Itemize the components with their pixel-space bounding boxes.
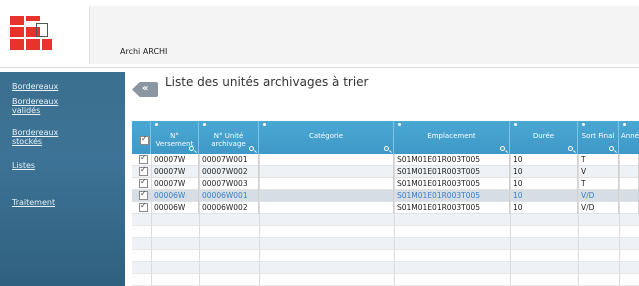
row-checkbox[interactable]: ✓	[139, 201, 148, 212]
select-all-checkbox[interactable]: ✓	[140, 134, 149, 145]
table-row[interactable]: ✓ 00007W 00007W001 S01M01E01R003T005 10 …	[132, 153, 639, 166]
col-header-sort-final[interactable]: Sort Final	[578, 121, 619, 154]
sidebar-item-bordereaux-valides[interactable]: Bordereaux validés	[12, 97, 72, 115]
empty-row	[132, 214, 639, 226]
back-arrow-icon: «	[142, 83, 149, 94]
row-checkbox[interactable]: ✓	[139, 165, 148, 176]
row-checkbox[interactable]: ✓	[139, 153, 148, 164]
search-filter-icon[interactable]	[249, 146, 254, 151]
search-filter-icon[interactable]	[568, 146, 573, 151]
sidebar-item-listes[interactable]: Listes	[12, 161, 35, 170]
empty-row	[132, 262, 639, 274]
col-header-duree[interactable]: Durée	[510, 121, 578, 154]
main-content: « Liste des unités archivages à trier ✓ …	[128, 68, 639, 286]
col-header-categorie[interactable]: Catégorie	[259, 121, 394, 154]
table-row-selected[interactable]: ✓ 00006W 00006W001 S01M01E01R003T005 10 …	[132, 189, 639, 202]
col-header-unite[interactable]: N° Unité archivage	[199, 121, 259, 154]
empty-row	[132, 274, 639, 286]
col-header-emplacement[interactable]: Emplacement	[394, 121, 510, 154]
app-logo	[10, 16, 54, 50]
sidebar-item-bordereaux-stockes[interactable]: Bordereaux stockés	[12, 128, 72, 146]
sidebar-item-traitement[interactable]: Traitement	[12, 198, 55, 207]
search-filter-icon[interactable]	[189, 146, 194, 151]
table-row[interactable]: ✓ 00007W 00007W003 S01M01E01R003T005 10 …	[132, 177, 639, 190]
header-select-all: ✓	[132, 121, 151, 154]
data-grid: ✓ N° Versement N° Unité archivage Catégo…	[132, 121, 639, 286]
empty-row	[132, 238, 639, 250]
app-header: Archi ARCHI	[0, 0, 639, 68]
search-filter-icon[interactable]	[609, 146, 614, 151]
page-title: Liste des unités archivages à trier	[165, 75, 369, 89]
table-row[interactable]: ✓ 00006W 00006W002 S01M01E01R003T005 10 …	[132, 201, 639, 214]
row-checkbox[interactable]: ✓	[139, 177, 148, 188]
table-row[interactable]: ✓ 00007W 00007W002 S01M01E01R003T005 10 …	[132, 165, 639, 178]
grid-header: ✓ N° Versement N° Unité archivage Catégo…	[132, 121, 639, 154]
app-name: Archi ARCHI	[120, 47, 168, 56]
logo-area	[0, 0, 89, 68]
search-filter-icon[interactable]	[384, 146, 389, 151]
sidebar: Bordereaux Bordereaux validés Bordereaux…	[0, 72, 125, 286]
row-checkbox[interactable]: ✓	[139, 189, 148, 200]
empty-row	[132, 250, 639, 262]
empty-row	[132, 226, 639, 238]
back-button[interactable]: «	[132, 82, 158, 97]
col-header-annee[interactable]: Anné	[619, 121, 639, 154]
col-header-versement[interactable]: N° Versement	[151, 121, 199, 154]
search-filter-icon[interactable]	[500, 146, 505, 151]
sidebar-item-bordereaux[interactable]: Bordereaux	[12, 82, 58, 91]
header-banner	[90, 6, 639, 64]
